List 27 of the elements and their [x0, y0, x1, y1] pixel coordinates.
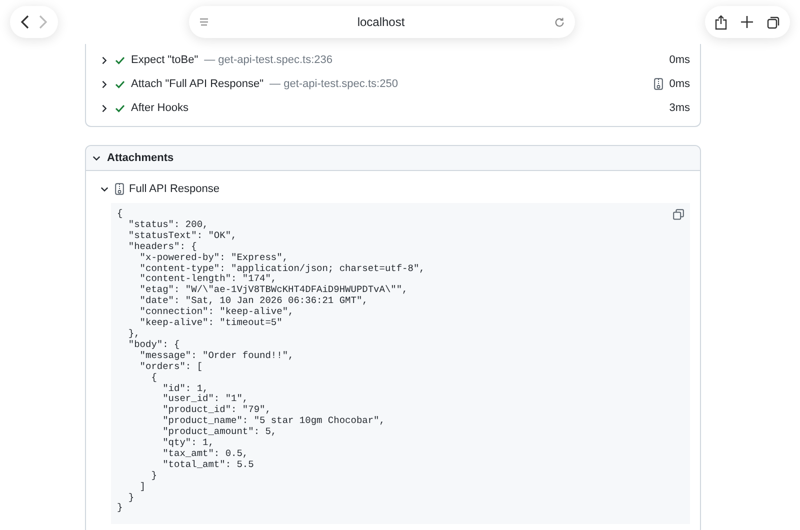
step-duration: 0ms [669, 52, 690, 68]
file-icon [114, 183, 124, 195]
tabs-overview-button[interactable] [767, 16, 780, 28]
back-button[interactable] [20, 15, 30, 29]
step-location: — get-api-test.spec.ts:250 [270, 76, 398, 92]
chevron-down-icon[interactable] [100, 184, 109, 194]
address-bar[interactable]: localhost [188, 6, 574, 38]
step-title: After Hooks [131, 100, 188, 116]
attachments-title: Attachments [107, 150, 174, 166]
chevron-right-icon[interactable] [100, 104, 109, 112]
url-text: localhost [357, 14, 405, 31]
step-duration: 3ms [669, 100, 690, 116]
step-location: — get-api-test.spec.ts:236 [204, 52, 333, 68]
new-tab-button[interactable] [741, 16, 753, 28]
page-menu-icon [198, 17, 208, 27]
attachments-header[interactable]: Attachments [86, 146, 700, 171]
attachment-name[interactable]: Full API Response [129, 180, 220, 198]
copy-button[interactable] [673, 209, 684, 220]
step-title: Attach "Full API Response" [131, 76, 264, 92]
step-duration: 0ms [669, 76, 690, 92]
share-button[interactable] [715, 14, 727, 30]
chevron-right-icon[interactable] [100, 56, 109, 64]
chevron-right-icon[interactable] [100, 80, 109, 88]
step-title: Expect "toBe" [131, 52, 198, 68]
json-code: { "status": 200, "statusText": "OK", "headers": { "x-powered-by": "Express", "content-type": "application/json; charset=utf-8", "content-length": "174", "etag": "W/\"ae-1VjV8TBWcKHT4DFAiD9HWUPDTvA\"", "date": "Sat, 10 Jan 2026 06:36:21 GMT", "connection": "keep-alive", "keep-alive": "timeout=5" }, "body": { "message": "Order found!!", "orders": [ { "id": 1, "user_id": "1", "product_id": "79", "product_name": "5 star 10gm Chocobar", "product_amount": 5, "qty": 1, "tax_amt": 0.5, "total_amt": 5.5 } ] } } [117, 209, 425, 514]
chevron-down-icon[interactable] [92, 154, 101, 162]
reload-icon[interactable] [554, 16, 564, 28]
